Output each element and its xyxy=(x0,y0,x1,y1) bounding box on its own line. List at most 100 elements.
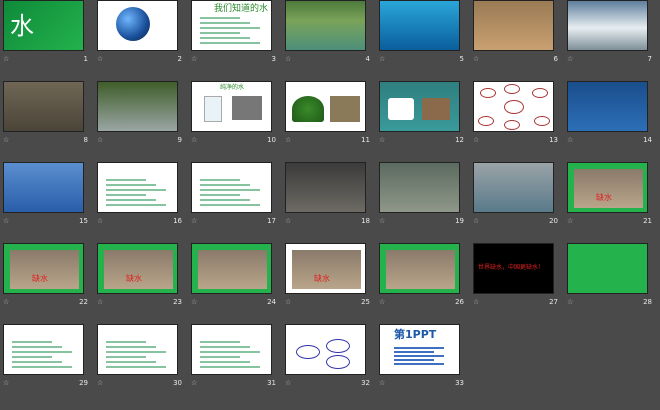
slide-number: 15 xyxy=(79,217,88,225)
slide-thumbnail[interactable]: ☆ 17 xyxy=(191,162,276,225)
mindmap-node xyxy=(478,116,494,126)
slide-thumbnail[interactable]: 世界缺水，中国更缺水！ ☆ 27 xyxy=(473,243,558,306)
slide-thumbnail[interactable]: 水 ☆ 1 xyxy=(3,0,88,63)
text-line xyxy=(394,359,434,361)
slide-thumbnail[interactable]: ☆ 7 xyxy=(567,0,652,63)
slide-preview: 缺水 xyxy=(97,243,178,294)
slide-thumbnail[interactable]: ☆ 5 xyxy=(379,0,464,63)
animation-icon: ☆ xyxy=(379,379,386,387)
slide-number: 19 xyxy=(455,217,464,225)
text-line xyxy=(106,189,166,191)
text-line xyxy=(106,356,146,358)
slide-preview: 第1PPT xyxy=(379,324,460,375)
slide-thumbnail[interactable]: ☆ 29 xyxy=(3,324,88,387)
slide-preview xyxy=(191,243,272,294)
text-line xyxy=(200,22,250,24)
slide-thumbnail[interactable]: 缺水 ☆ 22 xyxy=(3,243,88,306)
slide-thumbnail[interactable]: 我们知道的水 ☆ 3 xyxy=(191,0,276,63)
text-line xyxy=(12,361,62,363)
slide-thumbnail[interactable]: ☆ 2 xyxy=(97,0,182,63)
text-line xyxy=(200,204,260,206)
slide-thumbnail[interactable]: ☆ 18 xyxy=(285,162,370,225)
slide-preview xyxy=(191,324,272,375)
slide-thumbnail[interactable]: ☆ 9 xyxy=(97,81,182,144)
slide-thumbnail[interactable]: ☆ 24 xyxy=(191,243,276,306)
slide-thumbnail[interactable]: ☆ 20 xyxy=(473,162,558,225)
slide-photo xyxy=(10,250,79,289)
slide-preview xyxy=(285,162,366,213)
food-image xyxy=(388,98,414,120)
slide-thumbnail[interactable]: ☆ 26 xyxy=(379,243,464,306)
slide-thumbnail[interactable]: 缺水 ☆ 21 xyxy=(567,162,652,225)
slide-thumbnail[interactable]: ☆ 4 xyxy=(285,0,370,63)
animation-icon: ☆ xyxy=(473,55,480,63)
animation-icon: ☆ xyxy=(97,55,104,63)
glass-image xyxy=(204,96,222,122)
text-line xyxy=(106,199,156,201)
text-line xyxy=(200,199,250,201)
slide-preview: 纯净的水 xyxy=(191,81,272,132)
slide-thumbnail[interactable]: ☆ 19 xyxy=(379,162,464,225)
diagram-node xyxy=(326,355,350,369)
slide-title: 纯净的水 xyxy=(220,84,245,91)
text-line xyxy=(200,42,260,44)
animation-icon: ☆ xyxy=(3,379,10,387)
mindmap-node xyxy=(532,88,548,98)
slide-number: 24 xyxy=(267,298,276,306)
slide-thumbnail[interactable]: 缺水 ☆ 23 xyxy=(97,243,182,306)
slide-number: 29 xyxy=(79,379,88,387)
slide-preview xyxy=(191,162,272,213)
slide-number: 1 xyxy=(83,55,88,63)
slide-preview xyxy=(97,81,178,132)
slide-thumbnail[interactable]: ☆ 8 xyxy=(3,81,88,144)
animation-icon: ☆ xyxy=(191,136,198,144)
animation-icon: ☆ xyxy=(3,55,10,63)
slide-thumbnail[interactable]: ☆ 32 xyxy=(285,324,370,387)
animation-icon: ☆ xyxy=(567,298,574,306)
slide-number: 32 xyxy=(361,379,370,387)
slide-preview xyxy=(285,324,366,375)
animation-icon: ☆ xyxy=(285,379,292,387)
text-line xyxy=(394,347,444,349)
slide-thumbnail[interactable]: ☆ 14 xyxy=(567,81,652,144)
slide-thumbnail[interactable]: 缺水 ☆ 25 xyxy=(285,243,370,306)
slide-title: 第1PPT xyxy=(394,328,437,341)
slide-thumbnail[interactable]: ☆ 30 xyxy=(97,324,182,387)
slide-preview xyxy=(3,162,84,213)
slide-thumbnail[interactable]: ☆ 6 xyxy=(473,0,558,63)
slide-thumbnail[interactable]: 第1PPT ☆ 33 xyxy=(379,324,464,387)
slide-thumbnail[interactable]: ☆ 28 xyxy=(567,243,652,306)
slide-title: 缺水 xyxy=(314,274,330,283)
slide-preview xyxy=(567,0,648,51)
slide-number: 13 xyxy=(549,136,558,144)
text-line xyxy=(200,366,260,368)
slide-thumbnail[interactable]: ☆ 11 xyxy=(285,81,370,144)
slide-thumbnail[interactable]: ☆ 12 xyxy=(379,81,464,144)
slide-title: 水 xyxy=(10,12,34,40)
slide-thumbnail[interactable]: 纯净的水 ☆ 10 xyxy=(191,81,276,144)
text-line xyxy=(106,351,166,353)
slide-preview xyxy=(379,243,460,294)
slide-number: 30 xyxy=(173,379,182,387)
slide-preview xyxy=(473,81,554,132)
slide-preview xyxy=(567,243,648,294)
slide-thumbnail[interactable]: ☆ 31 xyxy=(191,324,276,387)
text-line xyxy=(12,351,72,353)
slide-photo xyxy=(386,250,455,289)
slide-thumbnail[interactable]: ☆ 15 xyxy=(3,162,88,225)
slide-number: 7 xyxy=(647,55,652,63)
text-line xyxy=(200,194,240,196)
slide-number: 5 xyxy=(459,55,464,63)
animation-icon: ☆ xyxy=(3,298,10,306)
text-line xyxy=(200,189,260,191)
slide-thumbnail[interactable]: ☆ 16 xyxy=(97,162,182,225)
animation-icon: ☆ xyxy=(97,298,104,306)
slide-preview xyxy=(97,0,178,51)
text-line xyxy=(200,179,240,181)
animation-icon: ☆ xyxy=(285,136,292,144)
slide-preview xyxy=(473,0,554,51)
text-line xyxy=(106,184,156,186)
animation-icon: ☆ xyxy=(3,217,10,225)
slide-thumbnail[interactable]: ☆ 13 xyxy=(473,81,558,144)
animation-icon: ☆ xyxy=(473,298,480,306)
